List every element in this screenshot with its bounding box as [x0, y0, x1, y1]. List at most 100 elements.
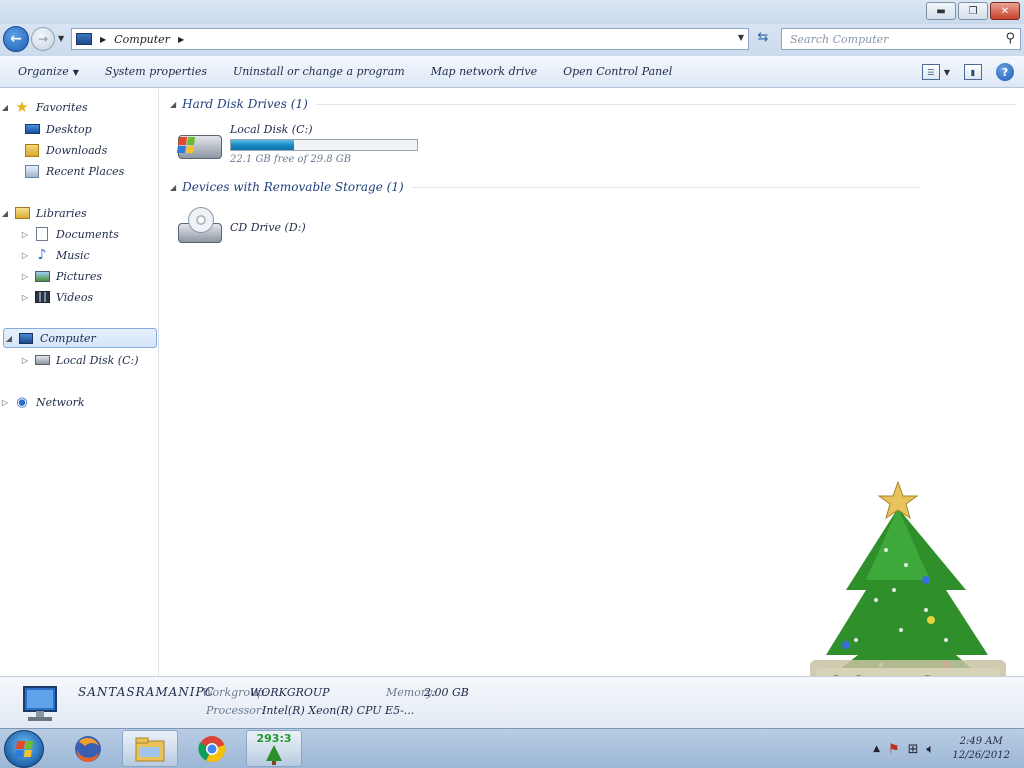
nav-videos[interactable]: ▷ Videos	[20, 287, 93, 307]
map-network-drive-button[interactable]: Map network drive	[423, 65, 545, 78]
title-bar: ▬ ❐ ✕	[0, 0, 1024, 24]
disk-usage-fill	[231, 140, 295, 150]
computer-icon	[23, 686, 57, 721]
change-view-icon[interactable]: ☰	[921, 64, 940, 80]
organize-button[interactable]: Organize ▼	[10, 65, 87, 78]
system-tray: ▲ ⚑ ⊞ 🔈︎ 2:49 AM 12/26/2012	[873, 729, 1024, 768]
breadcrumb-computer[interactable]: Computer	[114, 33, 170, 46]
start-button[interactable]	[4, 730, 44, 768]
recent-pages-dropdown-icon[interactable]: ▼	[58, 34, 64, 43]
window-controls: ▬ ❐ ✕	[926, 2, 1020, 20]
firefox-icon	[75, 735, 101, 762]
downloads-folder-icon	[24, 143, 40, 157]
workgroup-value: WORKGROUP	[250, 686, 330, 699]
search-input[interactable]: Search Computer ⚲	[781, 28, 1021, 50]
chevron-down-icon: ▼	[72, 68, 79, 77]
address-dropdown-icon[interactable]: ▼	[738, 33, 744, 42]
collapse-icon[interactable]: ◢	[0, 209, 10, 218]
system-properties-button[interactable]: System properties	[97, 65, 215, 78]
nav-local-disk-c[interactable]: ▷ Local Disk (C:)	[20, 350, 139, 370]
group-label: Devices with Removable Storage (1)	[182, 180, 404, 194]
back-button[interactable]: ←	[3, 26, 29, 52]
chevron-right-icon[interactable]: ▶	[178, 35, 184, 44]
collapse-icon[interactable]: ◢	[170, 183, 176, 192]
processor-value: Intel(R) Xeon(R) CPU E5-...	[262, 704, 415, 717]
folder-icon	[135, 737, 165, 761]
uninstall-program-button[interactable]: Uninstall or change a program	[225, 65, 413, 78]
clock[interactable]: 2:49 AM 12/26/2012	[952, 735, 1010, 763]
command-bar: Organize ▼ System properties Uninstall or…	[0, 56, 1024, 88]
drive-local-disk-c[interactable]: Local Disk (C:) 22.1 GB free of 29.8 GB	[176, 123, 418, 165]
cd-drive-icon	[176, 207, 224, 247]
view-dropdown-icon[interactable]: ▼	[944, 68, 950, 77]
volume-icon[interactable]: 🔈︎	[927, 742, 935, 757]
chrome-icon	[198, 735, 226, 762]
nav-libraries[interactable]: ◢ Libraries	[0, 203, 87, 223]
show-hidden-icons-icon[interactable]: ▲	[873, 744, 880, 754]
nav-label: Libraries	[36, 206, 87, 220]
expand-icon[interactable]: ▷	[20, 272, 30, 281]
nav-desktop[interactable]: Desktop	[20, 119, 92, 139]
music-icon: ♪	[37, 247, 47, 263]
network-tray-icon[interactable]: ⊞	[908, 742, 919, 757]
nav-label: Favorites	[36, 100, 88, 114]
nav-network[interactable]: ▷ ◉ Network	[0, 392, 85, 412]
taskbar-explorer[interactable]	[122, 730, 178, 767]
taskbar-firefox[interactable]	[60, 730, 116, 767]
minimize-button[interactable]: ▬	[926, 2, 956, 20]
memory-value: 2.00 GB	[424, 686, 469, 699]
help-icon[interactable]: ?	[996, 63, 1014, 81]
nav-label: Videos	[56, 290, 94, 304]
collapse-icon[interactable]: ◢	[170, 100, 176, 109]
open-control-panel-button[interactable]: Open Control Panel	[555, 65, 680, 78]
nav-favorites[interactable]: ◢ ★ Favorites	[0, 97, 88, 117]
chevron-right-icon[interactable]: ▶	[100, 35, 106, 44]
nav-label: Music	[56, 248, 90, 262]
christmas-tree-icon	[266, 744, 282, 765]
nav-pictures[interactable]: ▷ Pictures	[20, 266, 102, 286]
expand-icon[interactable]: ▷	[0, 398, 10, 407]
group-divider	[315, 103, 1016, 105]
address-bar[interactable]: ▶ Computer ▶ ▼	[71, 28, 749, 50]
nav-recent-places[interactable]: Recent Places	[20, 161, 124, 181]
nav-music[interactable]: ▷ ♪ Music	[20, 245, 90, 265]
preview-pane-icon[interactable]: ▮	[964, 64, 982, 80]
group-divider	[411, 186, 920, 188]
taskbar-tree-gadget[interactable]: 293:3	[246, 730, 302, 767]
collapse-icon[interactable]: ◢	[4, 334, 14, 343]
recent-places-icon	[24, 164, 40, 178]
videos-icon	[34, 290, 50, 304]
processor-label: Processor:	[206, 704, 265, 717]
libraries-icon	[14, 206, 30, 220]
collapse-icon[interactable]: ◢	[0, 103, 10, 112]
maximize-button[interactable]: ❐	[958, 2, 988, 20]
group-label: Hard Disk Drives (1)	[182, 97, 308, 111]
view-controls: ☰ ▼ ▮ ?	[921, 63, 1014, 81]
documents-icon	[34, 227, 50, 241]
content-pane: ◢ Hard Disk Drives (1) Local Disk (C:) 2…	[160, 89, 1024, 676]
nav-label: Computer	[40, 331, 96, 345]
computer-name: SANTASRAMANIPC	[78, 685, 215, 699]
drive-name: CD Drive (D:)	[230, 221, 306, 234]
group-removable-storage[interactable]: ◢ Devices with Removable Storage (1)	[170, 180, 920, 194]
nav-label: Network	[36, 395, 85, 409]
expand-icon[interactable]: ▷	[20, 251, 30, 260]
disk-usage-bar	[230, 139, 418, 151]
refresh-icon[interactable]: ⇆	[753, 30, 773, 48]
taskbar-chrome[interactable]	[184, 730, 240, 767]
nav-documents[interactable]: ▷ Documents	[20, 224, 119, 244]
drive-cd-d[interactable]: CD Drive (D:)	[176, 207, 306, 247]
group-hard-disk-drives[interactable]: ◢ Hard Disk Drives (1)	[170, 97, 1016, 111]
search-icon[interactable]: ⚲	[1005, 31, 1015, 46]
star-icon: ★	[15, 98, 29, 116]
nav-downloads[interactable]: Downloads	[20, 140, 107, 160]
expand-icon[interactable]: ▷	[20, 293, 30, 302]
nav-computer[interactable]: ◢ Computer	[3, 328, 157, 348]
network-icon: ◉	[16, 394, 28, 410]
close-button[interactable]: ✕	[990, 2, 1020, 20]
action-center-flag-icon[interactable]: ⚑	[888, 742, 900, 757]
expand-icon[interactable]: ▷	[20, 230, 30, 239]
forward-button[interactable]: →	[31, 27, 55, 51]
clock-time: 2:49 AM	[959, 736, 1003, 747]
expand-icon[interactable]: ▷	[20, 356, 30, 365]
